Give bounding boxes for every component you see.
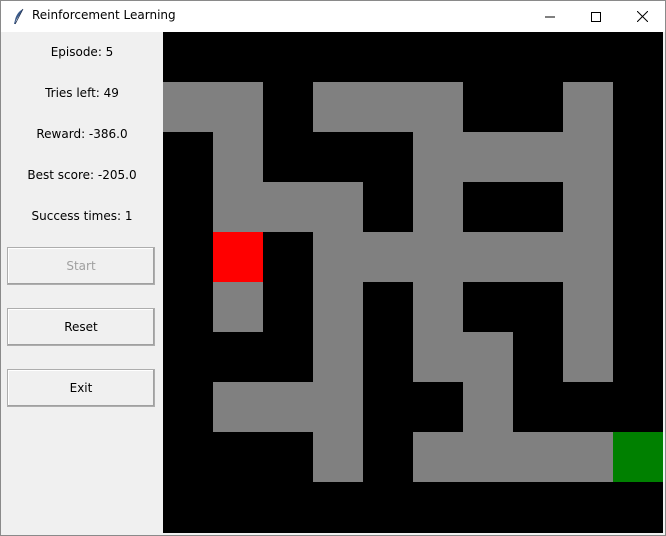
maze-path-cell [263,182,313,232]
start-button[interactable]: Start [7,247,155,285]
reset-button-label: Reset [64,320,98,334]
maze-canvas [163,32,663,533]
maze-path-cell [513,132,563,182]
minimize-icon [545,7,555,26]
maze-path-cell [313,82,363,132]
reward-label: Reward: -386.0 [36,127,128,141]
maze-path-cell [463,432,513,482]
maze-path-cell [213,182,263,232]
maze-path-cell [413,282,463,332]
close-button[interactable] [619,1,665,32]
maze-path-cell [563,232,613,282]
maze-path-cell [313,332,363,382]
maze-path-cell [563,332,613,382]
maze-path-cell [463,332,513,382]
maze-path-cell [563,282,613,332]
maze-path-cell [213,282,263,332]
maze-path-cell [413,432,463,482]
maze-path-cell [313,182,363,232]
maze-path-cell [513,232,563,282]
maze-path-cell [513,432,563,482]
exit-button[interactable]: Exit [7,369,155,407]
maze-path-cell [263,382,313,432]
maze-path-cell [213,132,263,182]
episode-label: Episode: 5 [50,45,114,59]
minimize-button[interactable] [527,1,573,32]
maximize-icon [591,7,601,26]
exit-button-label: Exit [69,381,93,395]
maze-path-cell [413,232,463,282]
maze-path-cell [313,232,363,282]
maze-path-cell [413,82,463,132]
control-panel: Episode: 5 Tries left: 49 Reward: -386.0… [1,32,163,535]
tries-left-label: Tries left: 49 [45,86,119,100]
maze-path-cell [463,232,513,282]
maze-path-cell [313,382,363,432]
maze-path-cell [413,182,463,232]
maze-path-cell [363,82,413,132]
maze-path-cell [413,132,463,182]
maze-path-cell [563,132,613,182]
title-bar[interactable]: Reinforcement Learning [1,1,665,32]
maze-path-cell [463,132,513,182]
goal-cell [613,432,663,482]
success-times-label: Success times: 1 [31,209,133,223]
app-window: Reinforcement Learning Episode: 5 Tries … [0,0,666,536]
maze-path-cell [563,82,613,132]
window-title: Reinforcement Learning [32,8,176,22]
maze-path-cell [563,182,613,232]
feather-icon [11,8,25,25]
agent-cell [213,232,263,282]
maximize-button[interactable] [573,1,619,32]
maze-path-cell [563,432,613,482]
maze-path-cell [213,382,263,432]
maze-path-cell [213,82,263,132]
maze-path-cell [463,382,513,432]
maze-path-cell [313,282,363,332]
best-score-label: Best score: -205.0 [27,168,137,182]
maze-path-cell [163,82,213,132]
maze-path-cell [363,232,413,282]
maze-path-cell [313,432,363,482]
close-icon [636,7,648,26]
start-button-label: Start [66,259,96,273]
reset-button[interactable]: Reset [7,308,155,346]
maze-path-cell [413,332,463,382]
